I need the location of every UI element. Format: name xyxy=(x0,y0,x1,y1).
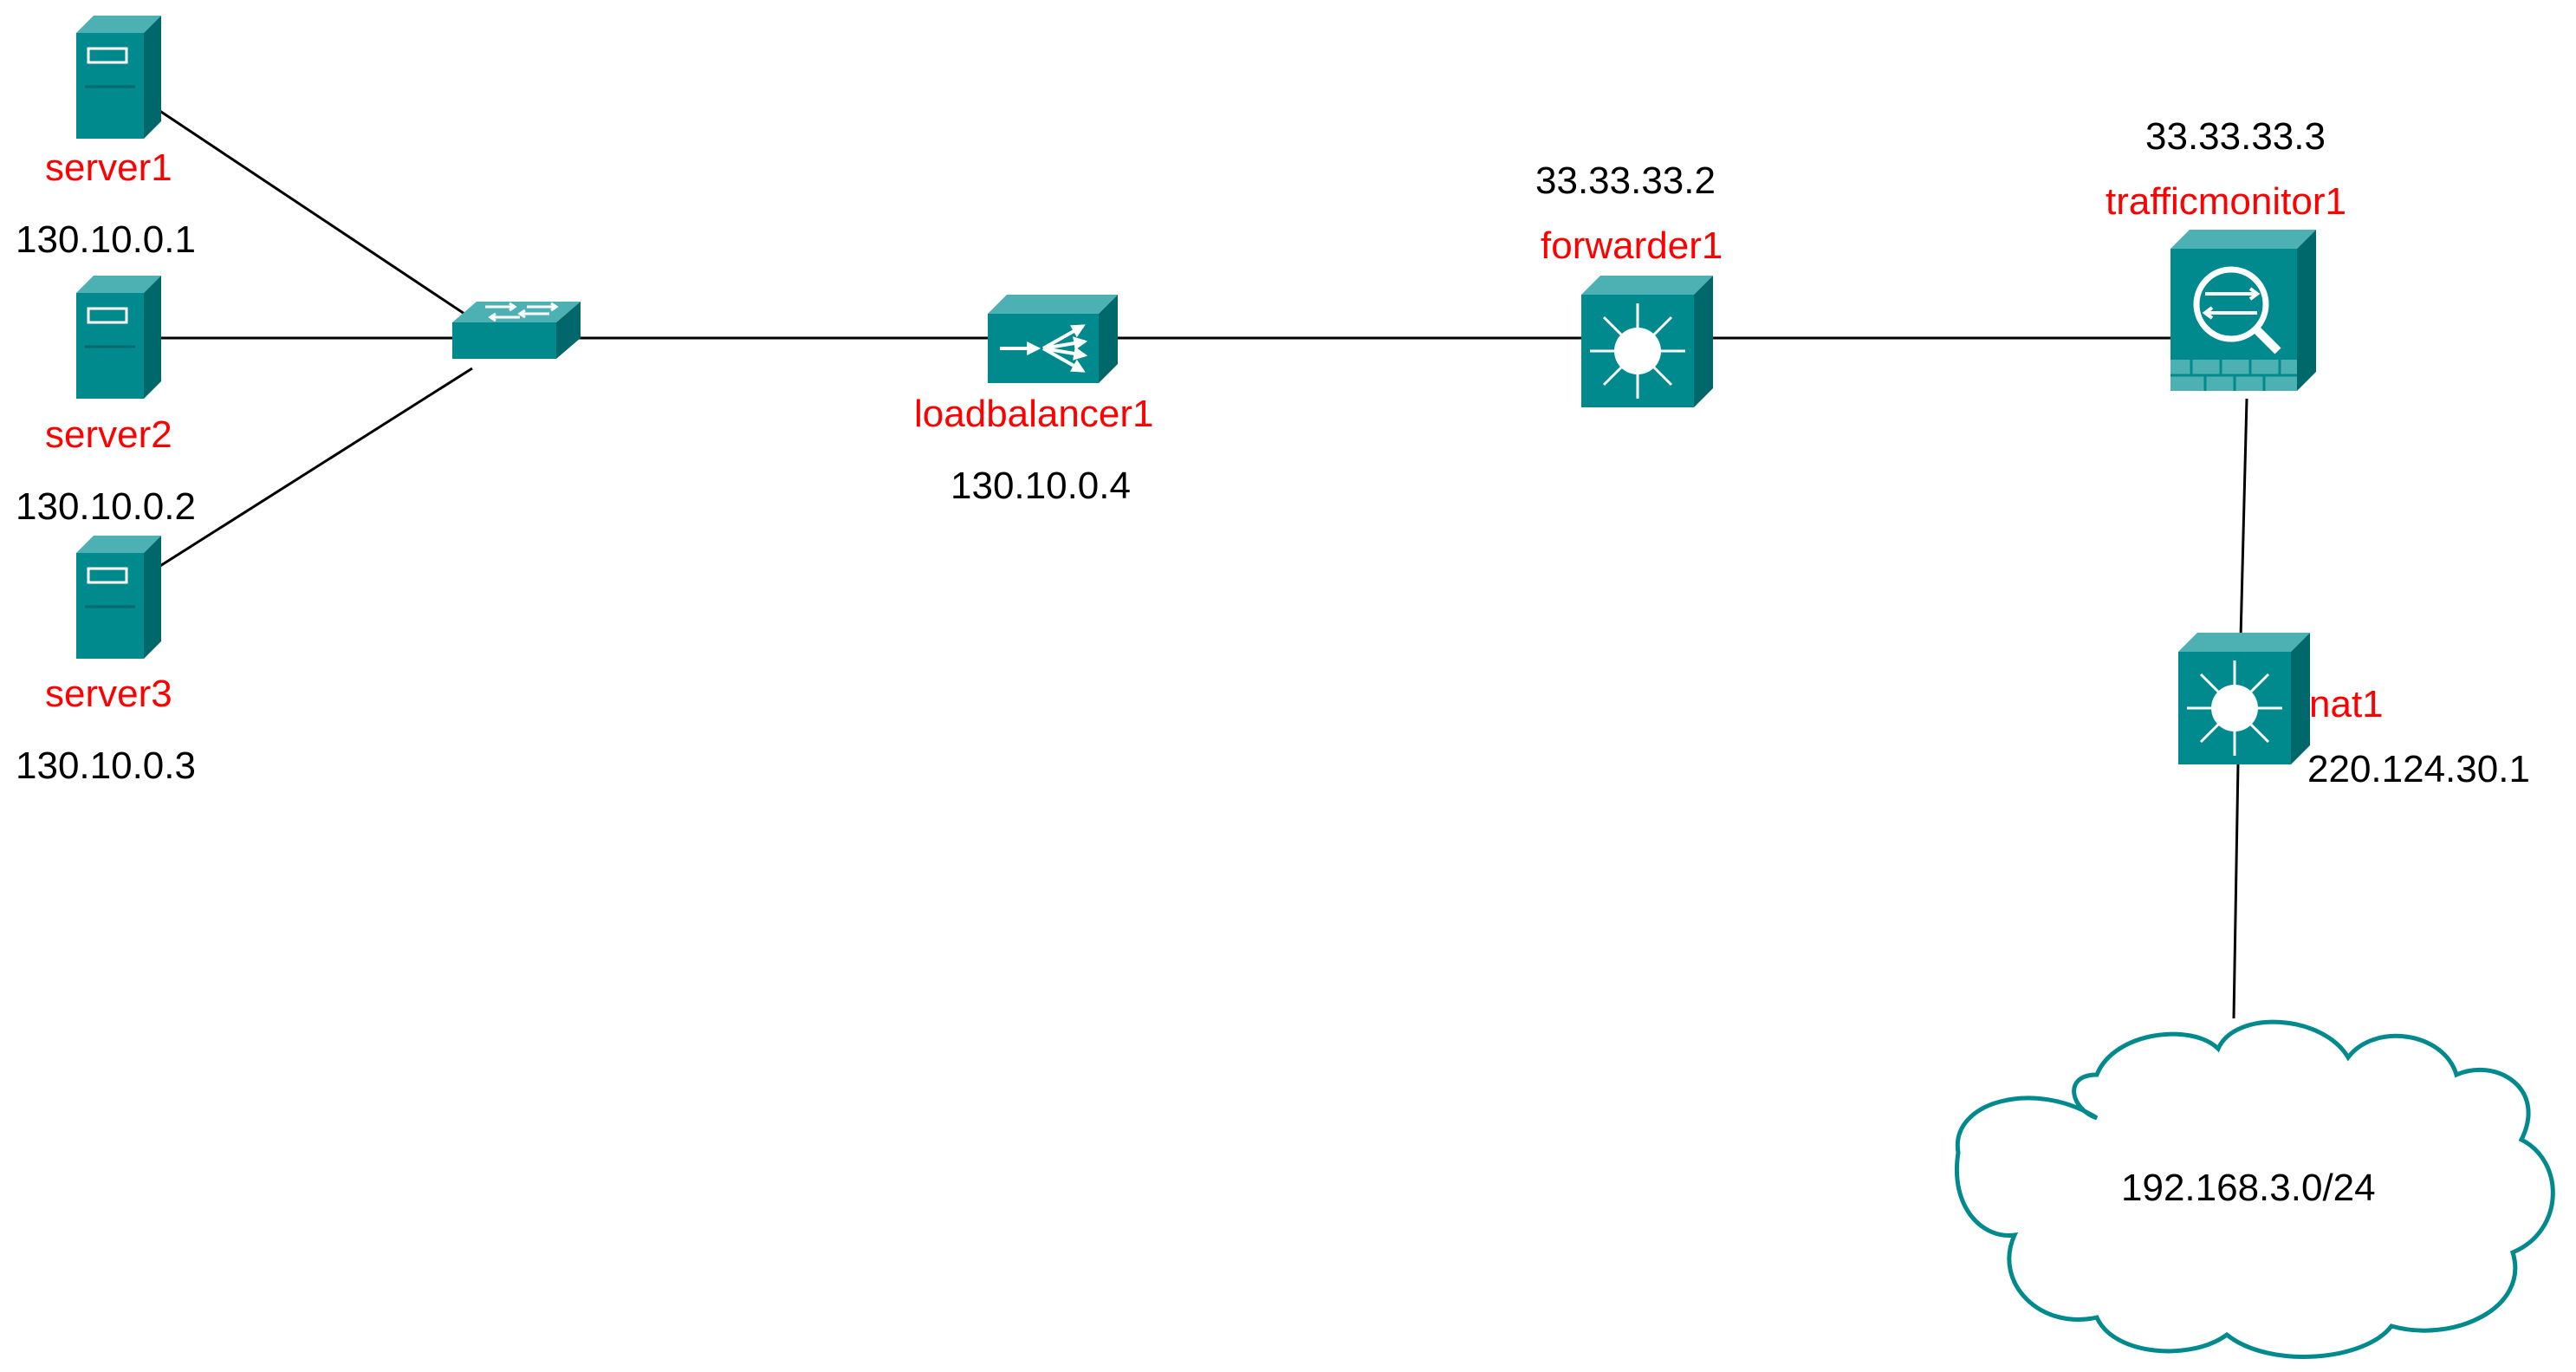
switch-icon[interactable] xyxy=(452,302,581,359)
trafficmonitor1-name: trafficmonitor1 xyxy=(2106,180,2346,223)
link-server1-switch xyxy=(155,107,473,321)
server3-icon[interactable] xyxy=(76,536,161,659)
loadbalancer1-name: loadbalancer1 xyxy=(914,393,1153,435)
server2-address: 130.10.0.2 xyxy=(16,485,196,528)
server3-name: server3 xyxy=(45,673,172,715)
load-balancer-icon[interactable] xyxy=(988,295,1118,383)
nat1-address: 220.124.30.1 xyxy=(2307,748,2530,790)
cloud-label: 192.168.3.0/24 xyxy=(2121,1167,2376,1209)
link-server3-switch xyxy=(155,367,473,570)
nat1-name: nat1 xyxy=(2309,683,2384,725)
server1-icon[interactable] xyxy=(76,16,161,139)
server2-icon[interactable] xyxy=(76,276,161,399)
forwarder1-icon[interactable] xyxy=(1581,276,1713,407)
trafficmonitor1-address: 33.33.33.3 xyxy=(2145,115,2326,158)
forwarder1-address: 33.33.33.2 xyxy=(1535,159,1716,202)
server2-name: server2 xyxy=(45,413,172,456)
server1-name: server1 xyxy=(45,146,172,189)
links xyxy=(155,107,2248,1019)
link-trafficmonitor1-nat1 xyxy=(2239,398,2248,639)
traffic-monitor-icon[interactable] xyxy=(2170,230,2316,391)
nat1-icon[interactable] xyxy=(2178,633,2310,764)
link-nat1-cloud xyxy=(2232,762,2240,1019)
server1-address: 130.10.0.1 xyxy=(16,218,196,261)
forwarder1-name: forwarder1 xyxy=(1541,224,1723,267)
loadbalancer1-address: 130.10.0.4 xyxy=(951,465,1131,507)
server3-address: 130.10.0.3 xyxy=(16,745,196,787)
network-diagram: server1 130.10.0.1 server2 130.10.0.2 se… xyxy=(16,16,2555,1359)
